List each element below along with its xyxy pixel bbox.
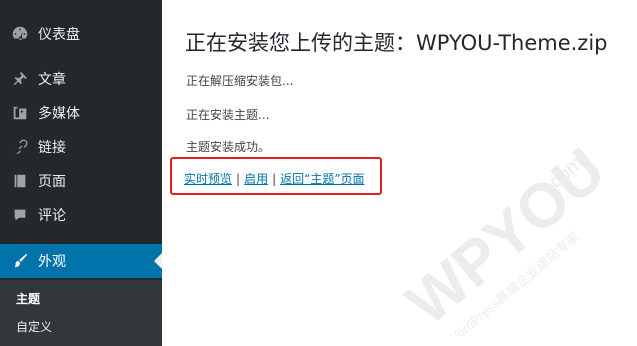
page-title: 正在安装您上传的主题：WPYOU-Theme.zip bbox=[185, 31, 608, 55]
page-icon bbox=[10, 171, 30, 191]
sidebar-item-label: 仪表盘 bbox=[38, 27, 80, 43]
activate-link[interactable]: 启用 bbox=[244, 172, 268, 186]
comment-icon bbox=[10, 205, 30, 225]
watermark-domain: .com bbox=[541, 152, 588, 197]
status-message-success: 主题安装成功。 bbox=[186, 140, 271, 154]
sidebar-item-links[interactable]: 链接 bbox=[0, 130, 162, 164]
sidebar-item-appearance[interactable]: 外观 bbox=[0, 244, 162, 278]
back-to-themes-link[interactable]: 返回“主题”页面 bbox=[280, 172, 364, 186]
watermark-logo: WPYOU .com WordPress高端企业建站专家 bbox=[394, 146, 618, 336]
submenu-item-customize[interactable]: 自定义 bbox=[16, 318, 52, 335]
link-icon bbox=[10, 137, 30, 157]
sidebar-item-label: 页面 bbox=[38, 174, 66, 190]
sidebar-item-pages[interactable]: 页面 bbox=[0, 164, 162, 198]
action-links: 实时预览 | 启用 | 返回“主题”页面 bbox=[184, 170, 365, 187]
main-content: 正在安装您上传的主题：WPYOU-Theme.zip 正在解压缩安装包... 正… bbox=[162, 0, 637, 346]
live-preview-link[interactable]: 实时预览 bbox=[184, 172, 232, 186]
watermark-brand: WPYOU bbox=[394, 146, 618, 336]
status-message-installing: 正在安装主题... bbox=[186, 108, 270, 122]
link-separator: | bbox=[272, 172, 277, 186]
sidebar-item-posts[interactable]: 文章 bbox=[0, 62, 162, 96]
submenu-item-themes[interactable]: 主题 bbox=[16, 290, 40, 307]
link-separator: | bbox=[236, 172, 241, 186]
sidebar-item-label: 外观 bbox=[38, 254, 66, 270]
watermark-tagline: WordPress高端企业建站专家 bbox=[444, 229, 582, 336]
sidebar-item-label: 链接 bbox=[38, 140, 66, 156]
active-indicator-arrow bbox=[154, 253, 162, 269]
status-message-unpacking: 正在解压缩安装包... bbox=[186, 74, 294, 88]
sidebar-item-label: 多媒体 bbox=[38, 106, 80, 122]
dashboard-icon bbox=[10, 24, 30, 44]
sidebar-item-label: 评论 bbox=[38, 208, 66, 224]
paintbrush-icon bbox=[10, 251, 30, 271]
sidebar-item-media[interactable]: 多媒体 bbox=[0, 96, 162, 130]
sidebar-item-dashboard[interactable]: 仪表盘 bbox=[0, 17, 162, 51]
sidebar-item-label: 文章 bbox=[38, 72, 66, 88]
pushpin-icon bbox=[10, 69, 30, 89]
sidebar-item-comments[interactable]: 评论 bbox=[0, 198, 162, 232]
media-icon bbox=[10, 103, 30, 123]
admin-sidebar: 仪表盘 文章 多媒体 链接 页面 评论 外观 主题 自定义 bbox=[0, 0, 162, 346]
appearance-submenu: 主题 自定义 bbox=[0, 280, 162, 346]
